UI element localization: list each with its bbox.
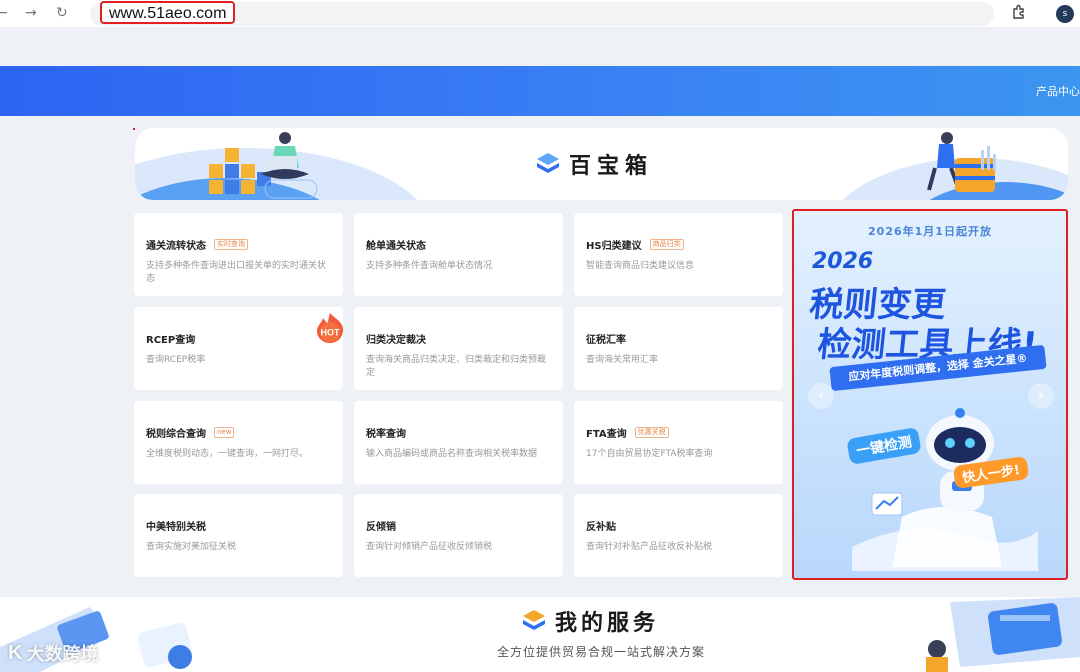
card-title: 归类决定裁决 [366,335,426,346]
card-description: 支持多种条件查询舱单状态情况 [366,261,493,271]
hot-badge-icon: HOT [317,313,344,343]
toolbox-title-group: 百宝箱 [535,146,653,182]
card-title: 税率查询 [366,429,406,440]
nav-link-products[interactable]: 产品中心 [1036,83,1080,99]
services-title: 我的服务 [555,611,660,636]
carousel-next-icon[interactable]: › [1028,383,1054,409]
back-icon[interactable]: ← [0,5,8,21]
reload-icon[interactable]: ↻ [56,5,68,21]
card-fta-query[interactable]: FTA查询 优惠关税 17个自由贸易协定FTA税率查询 [574,401,783,484]
hot-badge-text: HOT [321,328,341,338]
card-rcep-query[interactable]: RCEP查询 查询RCEP税率 HOT [134,307,344,390]
card-description: 查询海关常用汇率 [586,355,659,365]
browser-toolbar: ← → ↻ www.51aeo.com s [0,0,1080,28]
services-section: 我的服务 全方位提供贸易合规一站式解决方案 [0,597,1080,672]
card-description: 输入商品编码或商品名称查询相关税率数据 [366,449,538,459]
card-description: 智能查询商品归类建议信息 [586,261,695,271]
card-tag: 商品归类 [649,239,684,250]
card-us-china-tariffs[interactable]: 中美特别关税 查询实施对美加征关税 [134,494,343,577]
card-anti-dumping[interactable]: 反倾销 查询针对倾销产品征收反倾销税 [354,494,563,577]
services-icon [523,610,545,630]
toolbox-banner: 百宝箱 [135,128,1068,200]
card-title: 反倾销 [366,522,396,533]
card-title: 征税汇率 [586,335,626,346]
card-title: 反补贴 [586,522,616,533]
card-description: 查询针对补贴产品征收反补贴税 [586,542,713,552]
toolbox-title: 百宝箱 [569,154,654,179]
card-description: 17个自由贸易协定FTA税率查询 [586,449,713,459]
card-title: 中美特别关税 [146,522,206,533]
promo-year: 2026 [812,249,874,274]
card-title: RCEP查询 [146,335,196,346]
promo-date: 2026年1月1日起开放 [868,225,992,238]
forward-icon[interactable]: → [25,5,37,21]
services-subtitle: 全方位提供贸易合规一站式解决方案 [496,645,705,659]
extensions-icon[interactable] [1011,4,1027,20]
site-header: 产品中心 [0,66,1080,116]
watermark: K 大数跨境 [8,640,98,666]
card-tax-rate-query[interactable]: 税率查询 输入商品编码或商品名称查询相关税率数据 [354,401,563,484]
card-description: 查询海关商品归类决定、归类裁定和归类预裁定 [366,355,547,378]
card-description: 查询针对倾销产品征收反倾销税 [366,542,493,552]
card-classification-rulings[interactable]: 归类决定裁决 查询海关商品归类决定、归类裁定和归类预裁定 [354,307,563,390]
card-description: 查询实施对美加征关税 [146,542,237,552]
card-tag: 实时查询 [214,239,248,250]
watermark-text: 大数跨境 [26,644,99,665]
card-tag: new [214,427,235,438]
promo-banner[interactable]: 2026年1月1日起开放 2026 税则变更 检测工具上线! 应对年度税则调整，… [792,209,1068,580]
carousel-prev-icon[interactable]: ‹ [808,383,834,409]
card-title: 舱单通关状态 [366,241,426,252]
card-title: HS归类建议 [586,241,642,252]
card-title: FTA查询 [586,429,627,440]
watermark-logo-icon: K [8,641,23,664]
card-manifest-status[interactable]: 舱单通关状态 支持多种条件查询舱单状态情况 [354,213,563,296]
card-description: 支持多种条件查询进出口报关单的实时通关状态 [146,261,327,284]
profile-avatar[interactable]: s [1056,5,1074,23]
robot-illustration [852,408,1038,571]
card-tag: 优惠关税 [634,427,669,438]
card-title: 通关流转状态 [146,241,206,252]
toolbox-icon [537,153,559,173]
url-text[interactable]: www.51aeo.com [100,1,236,24]
card-tariff-comprehensive[interactable]: 税则综合查询 new 全维度税则动态，一键查询，一网打尽。 [134,401,343,484]
card-description: 全维度税则动态，一键查询，一网打尽。 [146,449,309,459]
card-description: 查询RCEP税率 [146,355,206,365]
card-exchange-rates[interactable]: 征税汇率 查询海关常用汇率 [574,307,783,390]
card-hs-classification[interactable]: HS归类建议 商品归类 智能查询商品归类建议信息 [574,213,783,296]
card-countervailing[interactable]: 反补贴 查询针对补贴产品征收反补贴税 [574,494,783,577]
services-title-group: 我的服务 [521,605,659,637]
card-customs-clearance-status[interactable]: 通关流转状态 实时查询 支持多种条件查询进出口报关单的实时通关状态 [134,213,343,296]
card-title: 税则综合查询 [146,429,206,440]
